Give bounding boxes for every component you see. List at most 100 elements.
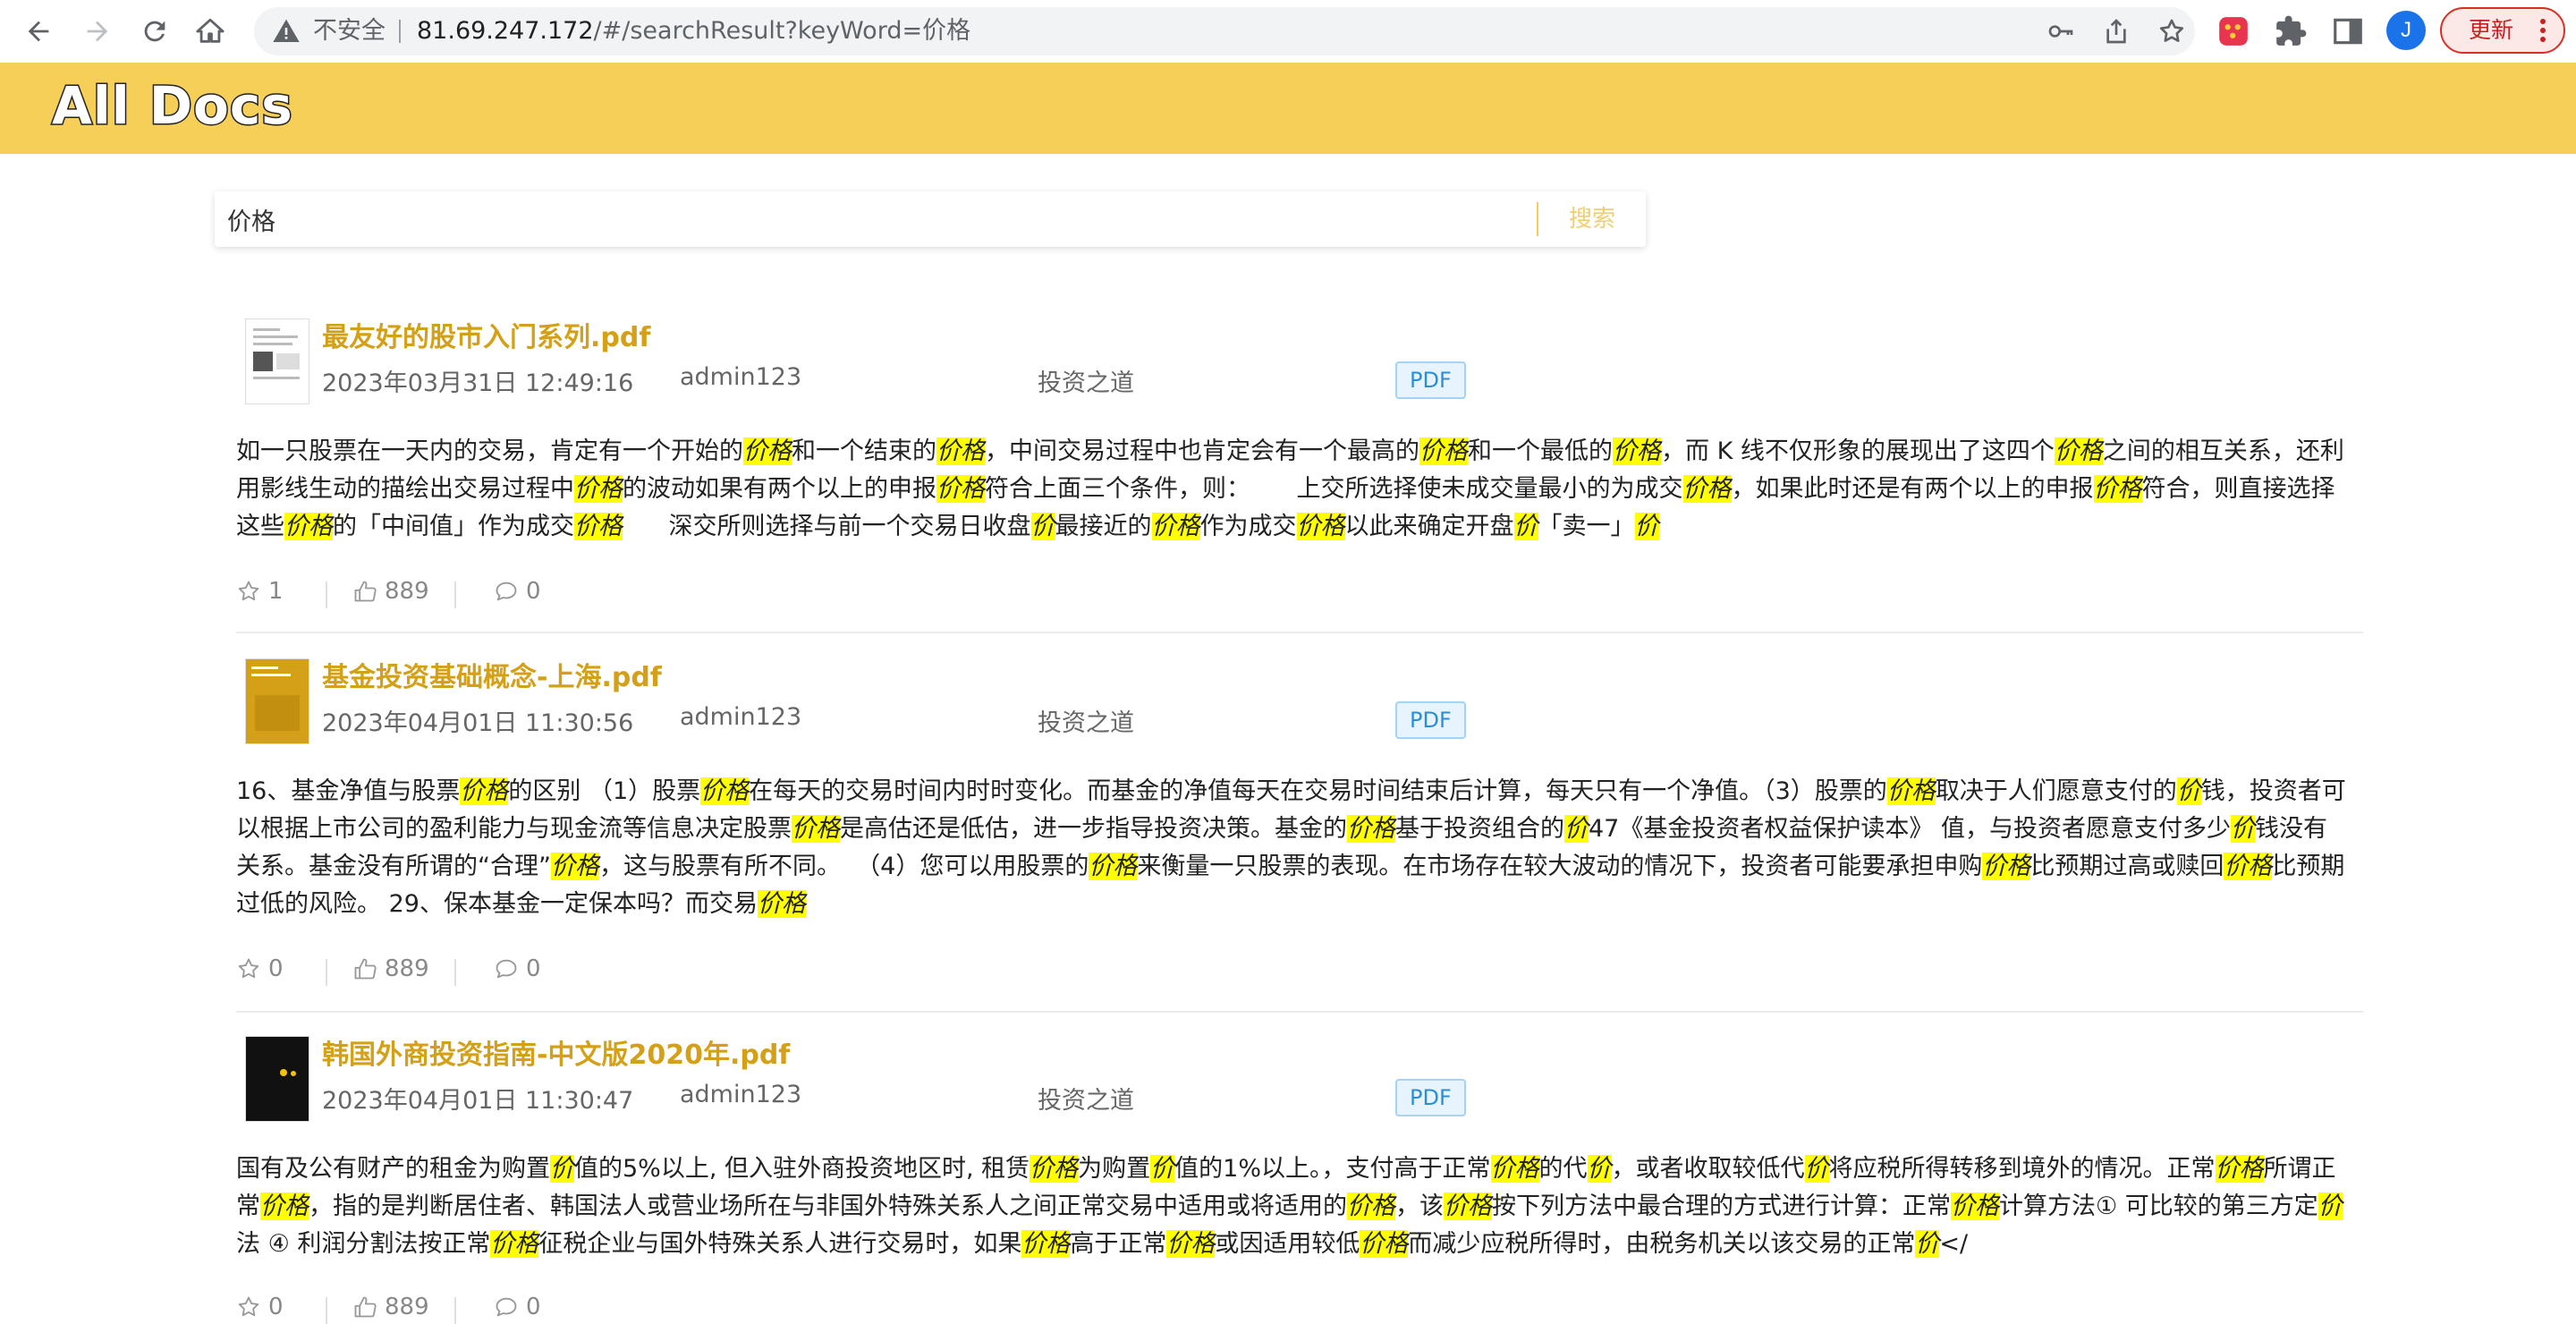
- keyword-highlight: 价格: [1030, 1155, 1079, 1183]
- document-date: 2023年04月01日 11:30:47: [322, 1087, 634, 1115]
- search-bar: 搜索: [215, 191, 1646, 247]
- keyword-highlight: 价: [1804, 1155, 1829, 1183]
- update-button[interactable]: 更新: [2440, 7, 2565, 54]
- keyword-highlight: 价: [1564, 815, 1589, 843]
- share-icon: [2106, 19, 2126, 44]
- keyword-highlight: 价: [1915, 1230, 1940, 1258]
- stat-divider: [326, 959, 327, 986]
- document-date: 2023年04月01日 11:30:56: [322, 709, 634, 737]
- more-vert-icon: [2540, 19, 2546, 42]
- reload-button[interactable]: [136, 13, 174, 50]
- keyword-highlight: 价: [1634, 513, 1659, 540]
- thumb-up-icon: [354, 1296, 377, 1318]
- document-title[interactable]: 最友好的股市入门系列.pdf: [322, 315, 650, 354]
- thumb-up-icon: [354, 958, 377, 980]
- keyword-highlight: 价: [2176, 777, 2201, 805]
- document-date: 2023年03月31日 12:49:16: [322, 369, 634, 397]
- keyword-highlight: 价格: [1089, 853, 1138, 880]
- keyword-highlight: 价格: [1886, 777, 1936, 805]
- extension-app-button[interactable]: [2216, 14, 2250, 48]
- document-snippet: 国有及公有财产的租金为购置价值的5%以上, 但入驻外商投资地区时, 租赁价格为购…: [236, 1155, 2343, 1258]
- keyword-highlight: 价: [1030, 513, 1055, 540]
- document-category: 投资之道: [1038, 709, 1134, 737]
- keyword-highlight: 价格: [260, 1192, 309, 1220]
- share-button[interactable]: [2102, 17, 2131, 46]
- star-count[interactable]: 0: [236, 1294, 284, 1320]
- comment-count[interactable]: 0: [494, 955, 541, 982]
- comment-count[interactable]: 0: [494, 1294, 541, 1320]
- like-count[interactable]: 889: [352, 1294, 429, 1320]
- comment-count[interactable]: 0: [494, 578, 541, 605]
- like-count-value: 889: [385, 578, 429, 605]
- stat-divider: [454, 581, 456, 608]
- document-thumbnail[interactable]: [245, 318, 309, 404]
- star-count[interactable]: 0: [236, 955, 284, 982]
- document-title[interactable]: 基金投资基础概念-上海.pdf: [322, 655, 662, 694]
- star-outline-icon: [238, 581, 259, 601]
- stat-divider: [454, 1297, 456, 1324]
- keyword-highlight: 价格: [1360, 1230, 1409, 1258]
- star-outline-icon: [238, 1296, 259, 1317]
- extensions-button[interactable]: [2274, 14, 2308, 48]
- star-icon: [2159, 19, 2184, 42]
- profile-avatar[interactable]: J: [2386, 11, 2426, 50]
- arrow-left-icon: [28, 21, 49, 42]
- file-type-badge: PDF: [1395, 361, 1466, 399]
- comment-icon: [496, 959, 517, 979]
- like-count[interactable]: 889: [352, 955, 429, 982]
- keyword-highlight: 价格: [1419, 437, 1468, 465]
- keyword-highlight: 价: [2318, 1192, 2343, 1220]
- forward-button[interactable]: [79, 13, 116, 50]
- document-thumbnail[interactable]: [245, 1036, 309, 1122]
- update-label: 更新: [2469, 17, 2514, 43]
- url-text[interactable]: 81.69.247.172/#/searchResult?keyWord=价格: [417, 7, 970, 55]
- keyword-highlight: 价: [1587, 1155, 1612, 1183]
- keyword-highlight: 价格: [2054, 437, 2103, 465]
- keyword-highlight: 价格: [1347, 815, 1395, 843]
- keyword-highlight: 价格: [460, 777, 509, 805]
- keyword-highlight: 价格: [792, 815, 840, 843]
- like-count[interactable]: 889: [352, 578, 429, 605]
- keyword-highlight: 价格: [1951, 1192, 1999, 1220]
- star-count-value: 1: [268, 578, 284, 605]
- like-count-value: 889: [385, 955, 429, 982]
- home-button[interactable]: [191, 13, 229, 50]
- keyword-highlight: 价: [2230, 815, 2255, 843]
- keyword-highlight: 价格: [1444, 1192, 1492, 1220]
- address-bar[interactable]: 不安全 81.69.247.172/#/searchResult?keyWord…: [254, 7, 2195, 55]
- comment-count-value: 0: [526, 578, 541, 605]
- star-outline-icon: [238, 958, 259, 979]
- app-extension-icon: [2219, 17, 2248, 46]
- site-logo[interactable]: All Docs: [51, 74, 294, 138]
- document-thumbnail[interactable]: [245, 658, 309, 744]
- keyword-highlight: 价: [550, 1155, 574, 1183]
- file-type-badge: PDF: [1395, 701, 1466, 739]
- keyword-highlight: 价格: [1982, 853, 2031, 880]
- star-count-value: 0: [268, 1294, 284, 1320]
- search-input[interactable]: [227, 191, 1551, 247]
- address-divider: [399, 20, 401, 43]
- password-key-button[interactable]: [2046, 17, 2075, 46]
- star-count[interactable]: 1: [236, 578, 284, 605]
- comment-count-value: 0: [526, 955, 541, 982]
- document-snippet: 如一只股票在一天内的交易，肯定有一个开始的价格和一个结束的价格，中间交易过程中也…: [236, 437, 2344, 540]
- keyword-highlight: 价格: [2224, 853, 2273, 880]
- keyword-highlight: 价格: [1296, 513, 1345, 540]
- keyword-highlight: 价: [1150, 1155, 1175, 1183]
- keyword-highlight: 价格: [284, 513, 333, 540]
- stat-divider: [326, 1297, 327, 1324]
- keyword-highlight: 价格: [936, 437, 985, 465]
- document-author: admin123: [680, 1081, 802, 1108]
- browser-toolbar: 不安全 81.69.247.172/#/searchResult?keyWord…: [0, 0, 2576, 63]
- comment-icon: [496, 1297, 517, 1317]
- side-panel-icon: [2334, 18, 2362, 45]
- document-category: 投资之道: [1038, 1087, 1134, 1115]
- document-title[interactable]: 韩国外商投资指南-中文版2020年.pdf: [322, 1032, 790, 1072]
- keyword-highlight: 价格: [1166, 1230, 1216, 1258]
- back-button[interactable]: [20, 13, 57, 50]
- side-panel-button[interactable]: [2331, 14, 2365, 48]
- keyword-highlight: 价: [1513, 513, 1538, 540]
- bookmark-button[interactable]: [2157, 17, 2186, 46]
- search-button[interactable]: 搜索: [1538, 191, 1646, 247]
- keyword-highlight: 价格: [2093, 475, 2142, 503]
